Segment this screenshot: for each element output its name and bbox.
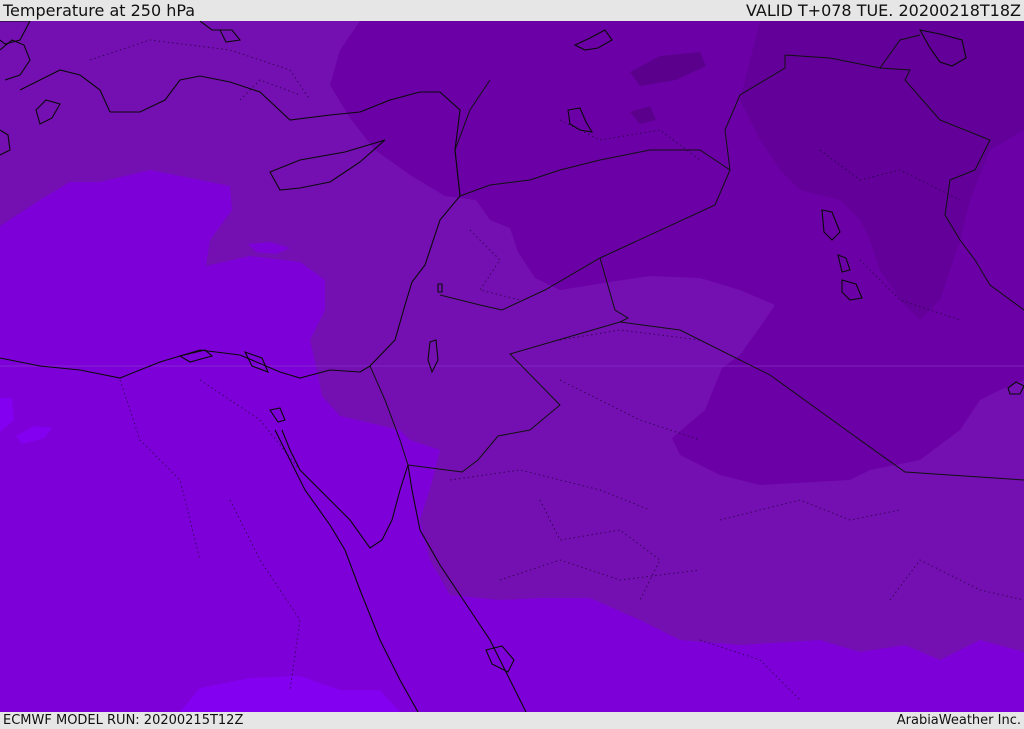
valid-time: VALID T+078 TUE. 20200218T18Z [745,1,1021,20]
credit-label: ArabiaWeather Inc. [896,713,1021,728]
footer-bar: ECMWF MODEL RUN: 20200215T12Z ArabiaWeat… [0,712,1024,729]
model-run-label: ECMWF MODEL RUN: 20200215T12Z [3,713,244,728]
header-bar: Temperature at 250 hPa VALID T+078 TUE. … [0,0,1024,21]
map-title: Temperature at 250 hPa [3,1,196,20]
weather-map-frame: Temperature at 250 hPa VALID T+078 TUE. … [0,0,1024,729]
temperature-map [0,21,1024,712]
